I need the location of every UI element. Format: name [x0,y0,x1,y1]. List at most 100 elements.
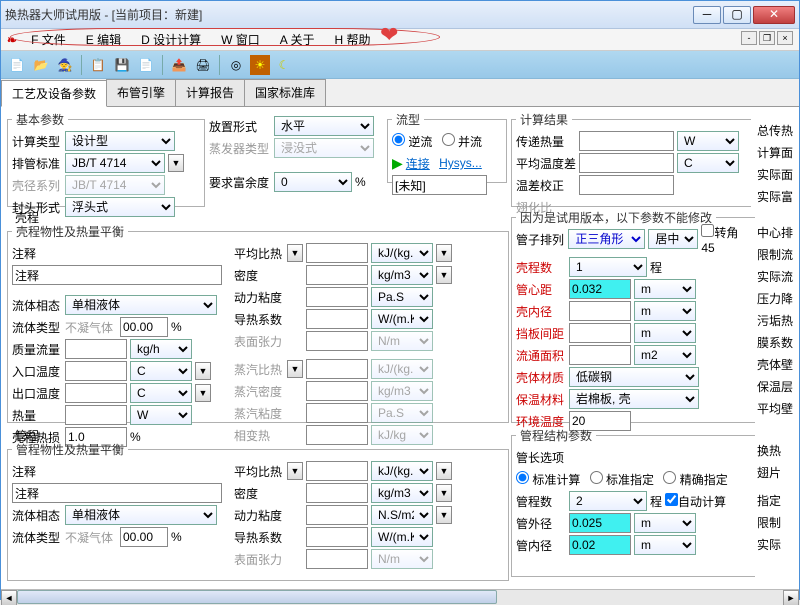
connect-link[interactable]: 连接 [406,155,430,172]
tube-den-unit[interactable]: kg/m3 [371,483,433,503]
export-icon[interactable]: 📤 [169,55,189,75]
horizontal-scrollbar[interactable]: ◄ ► [1,589,799,605]
vcp-expand-button[interactable]: ▼ [287,360,303,378]
arr-select[interactable]: 正三角形 [568,229,645,249]
rot45-checkbox[interactable]: 转角45 [701,224,751,255]
shell-tout-unit[interactable]: C [130,383,192,403]
flowarea-input[interactable] [569,345,631,365]
menu-edit[interactable]: E 编辑 [80,29,127,50]
heat-duty-unit[interactable]: W [677,131,739,151]
flowarea-unit[interactable]: m2 [634,345,696,365]
od-unit[interactable]: m [634,513,696,533]
tube-cond-input[interactable] [306,527,368,547]
visc-input[interactable] [306,287,368,307]
shell-tin-input[interactable] [65,361,127,381]
mean-temp-unit[interactable]: C [677,153,739,173]
shell-flow-input[interactable] [65,339,127,359]
place-select[interactable]: 水平 [274,116,374,136]
tube-cond-unit[interactable]: W/(m.K) [371,527,433,547]
cond-input[interactable] [306,309,368,329]
calc-type-select[interactable]: 设计型 [65,131,175,151]
shell-notes-input[interactable] [12,265,222,285]
tube-cp-unit[interactable]: kJ/(kg.K) [371,461,433,481]
shell-tout-input[interactable] [65,383,127,403]
print-icon[interactable]: 🖨 [193,55,213,75]
menu-design[interactable]: D 设计计算 [135,29,207,50]
tube-notes-input[interactable] [12,483,222,503]
tube-visc-unit[interactable]: N.S/m2 [371,505,433,525]
mdi-close-button[interactable]: × [777,31,793,45]
baffle-input[interactable] [569,323,631,343]
scroll-left-button[interactable]: ◄ [1,590,17,605]
auto-checkbox[interactable]: 自动计算 [665,493,726,510]
cp-unit-button[interactable]: ▼ [436,244,452,262]
play-icon[interactable]: ▶ [392,155,403,172]
ins-select[interactable]: 岩棉板, 壳 [569,389,699,409]
den-input[interactable] [306,265,368,285]
std-spec-radio[interactable]: 标准指定 [590,471,654,488]
den-unit[interactable]: kg/m3 [371,265,433,285]
margin-select[interactable]: 0 [274,172,352,192]
tube-den-input[interactable] [306,483,368,503]
sun-icon[interactable]: ☀ [250,55,270,75]
tube-phase-select[interactable]: 单相液体 [65,505,217,525]
tube-visc-input[interactable] [306,505,368,525]
npass-select[interactable]: 2 [569,491,647,511]
id-input[interactable] [569,535,631,555]
den-unit-button[interactable]: ▼ [436,266,452,284]
tube-cp-input[interactable] [306,461,368,481]
open-icon[interactable]: 📂 [31,55,51,75]
id-unit[interactable]: m [634,535,696,555]
shell-flow-unit[interactable]: kg/h [130,339,192,359]
menu-about[interactable]: A 关于 [274,29,321,50]
tab-standards[interactable]: 国家标准库 [244,79,326,106]
cp-expand-button[interactable]: ▼ [287,244,303,262]
tout-expand-button[interactable]: ▼ [195,384,211,402]
moon-icon[interactable]: ☾ [274,55,294,75]
baffle-unit[interactable]: m [634,323,696,343]
minimize-button[interactable]: ─ [693,6,721,24]
tab-process-params[interactable]: 工艺及设备参数 [1,80,107,107]
tube-den-unit-button[interactable]: ▼ [436,484,452,502]
menu-window[interactable]: W 窗口 [215,29,266,50]
shell-id-unit[interactable]: m [634,301,696,321]
shell-phase-select[interactable]: 单相液体 [65,295,217,315]
cp-unit[interactable]: kJ/(kg.K) [371,243,433,263]
menu-file[interactable]: F 文件 [25,29,72,50]
mdi-restore-button[interactable]: ❐ [759,31,775,45]
menu-help[interactable]: H 帮助 [328,29,376,50]
tube-cp-expand-button[interactable]: ▼ [287,462,303,480]
pipe-std-select[interactable]: JB/T 4714 [65,153,165,173]
pitch-input[interactable] [569,279,631,299]
exact-spec-radio[interactable]: 精确指定 [663,471,727,488]
od-input[interactable] [569,513,631,533]
wizard-icon[interactable]: 🧙 [55,55,75,75]
tin-expand-button[interactable]: ▼ [195,362,211,380]
save-icon[interactable]: 💾 [112,55,132,75]
maximize-button[interactable]: ▢ [723,6,751,24]
pitch-unit[interactable]: m [634,279,696,299]
pipe-std-expand-button[interactable]: ▼ [168,154,184,172]
target-icon[interactable]: ◎ [226,55,246,75]
shell-id-input[interactable] [569,301,631,321]
head-type-select[interactable]: 浮头式 [65,197,175,217]
hysys-link[interactable]: Hysys... [439,156,482,170]
close-button[interactable]: ✕ [753,6,795,24]
tube-visc-unit-button[interactable]: ▼ [436,506,452,524]
shell-heat-input[interactable] [65,405,127,425]
mat-select[interactable]: 低碳钢 [569,367,699,387]
paste-icon[interactable]: 📄 [136,55,156,75]
counter-flow-radio[interactable]: 逆流 [392,133,432,150]
nshells-select[interactable]: 1 [569,257,647,277]
cp-input[interactable] [306,243,368,263]
visc-unit[interactable]: Pa.S [371,287,433,307]
parallel-flow-radio[interactable]: 并流 [442,133,482,150]
align-select[interactable]: 居中 [648,229,698,249]
mdi-minimize-button[interactable]: - [741,31,757,45]
copy-icon[interactable]: 📋 [88,55,108,75]
tab-calc-report[interactable]: 计算报告 [175,79,245,106]
scroll-thumb[interactable] [17,590,497,604]
std-calc-radio[interactable]: 标准计算 [516,471,580,488]
tab-layout-engine[interactable]: 布管引擎 [106,79,176,106]
shell-tin-unit[interactable]: C [130,361,192,381]
